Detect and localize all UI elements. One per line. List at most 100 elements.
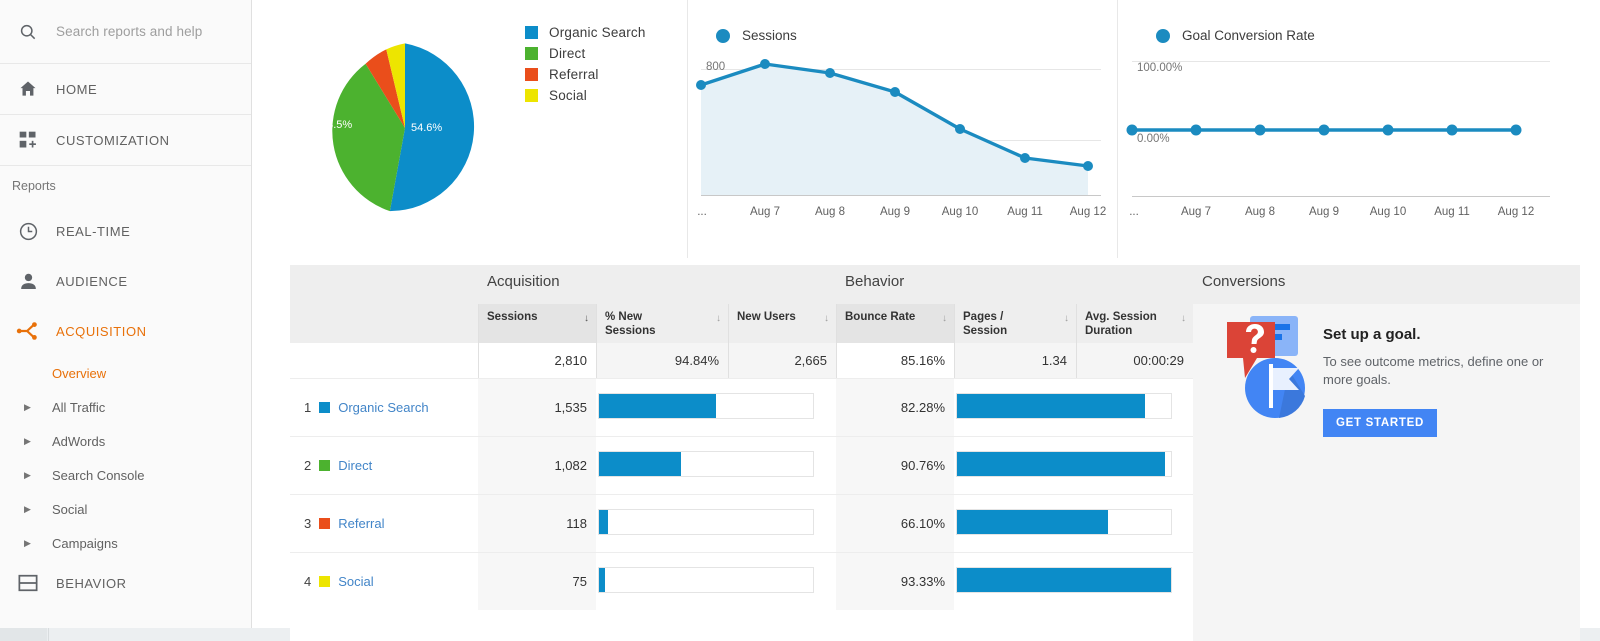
sort-arrow-down-icon[interactable]: ↓ [1181,313,1186,324]
sidebar-item-label: CUSTOMIZATION [56,132,170,148]
sidebar-item-behavior[interactable]: BEHAVIOR [0,560,251,606]
home-icon [0,79,56,99]
xtick-6: Aug 12 [1069,206,1107,218]
goal-conversion-chart-card: Goal Conversion Rate 100.00% 0.00% ... A… [1117,0,1579,258]
sidebar-subitem-adwords[interactable]: ▶ AdWords [0,424,251,458]
row-rank: 1 [304,400,312,415]
sort-arrow-down-icon[interactable]: ↓ [716,313,721,324]
bar-fill [599,568,605,592]
xtick-4: Aug 10 [1369,206,1407,218]
channel-color-chip-icon [319,518,331,529]
sidebar-item-customization[interactable]: CUSTOMIZATION [0,115,251,166]
legend-item-direct[interactable]: Direct [525,46,646,61]
row-bounce-rate: 90.76% [836,437,954,494]
table-row[interactable]: 1 Organic Search 1,535 82.28% [290,378,1193,436]
goal-setup-icon [1227,316,1305,418]
channel-link[interactable]: Organic Search [338,400,428,415]
row-channel-cell: 4 Social [290,553,478,610]
sort-arrow-down-icon[interactable]: ↓ [824,313,829,324]
sidebar-item-acquisition[interactable]: ACQUISITION [0,306,251,356]
group-header-acquisition: Acquisition [478,265,836,304]
sidebar-subitem-label: All Traffic [52,399,106,415]
bar-track [956,393,1172,419]
sidebar-subitem-social[interactable]: ▶ Social [0,492,251,526]
row-new-sessions-bar-cell [596,379,836,436]
totals-blank-cell [290,343,478,378]
totals-avg-duration: 00:00:29 [1076,343,1193,378]
sort-arrow-down-icon[interactable]: ↓ [942,313,947,324]
data-point [890,87,900,97]
sidebar-item-audience[interactable]: AUDIENCE [0,256,251,306]
column-header-new-users[interactable]: New Users ↓ [728,304,836,343]
goal-conversion-line-chart [1126,124,1522,136]
legend-item-referral[interactable]: Referral [525,67,646,82]
sidebar-subitem-label: AdWords [52,433,106,449]
xtick-6: Aug 12 [1497,206,1535,218]
column-header-new-sessions[interactable]: % New Sessions ↓ [596,304,728,343]
channel-color-chip-icon [319,402,331,413]
sidebar-item-real-time[interactable]: REAL-TIME [0,206,251,256]
column-header-sessions[interactable]: Sessions ↓ [478,304,596,343]
sidebar-item-label: REAL-TIME [56,223,131,239]
pie-label-organic-search: 54.6% [411,122,443,134]
column-header-avg-duration[interactable]: Avg. Session Duration ↓ [1076,304,1193,343]
column-header-blank [290,304,478,343]
table-row[interactable]: 4 Social 75 93.33% [290,552,1193,610]
data-point [696,80,706,90]
bar-fill [599,510,608,534]
chevron-right-icon: ▶ [24,503,31,514]
sort-arrow-down-icon[interactable]: ↓ [1064,313,1069,324]
sidebar-subitem-all-traffic[interactable]: ▶ All Traffic [0,390,251,424]
sort-arrow-down-icon[interactable]: ↓ [584,313,589,324]
sessions-chart-card: Sessions 800 400 .. [687,0,1117,258]
group-header-behavior: Behavior [836,265,1193,304]
legend-item-organic-search[interactable]: Organic Search [525,25,646,40]
person-icon [0,271,56,292]
sidebar: Search reports and help HOME CUSTOMIZATI… [0,0,252,628]
get-started-button[interactable]: GET STARTED [1323,409,1437,437]
sidebar-item-home[interactable]: HOME [0,64,251,115]
chevron-right-icon: ▶ [24,435,31,446]
summary-cards-row: 38.5% 54.6% Organic Search Direct Referr… [290,0,1580,258]
table-corner-header [290,265,478,304]
channel-link[interactable]: Referral [338,516,384,531]
row-new-sessions-bar-cell [596,437,836,494]
customization-icon [0,130,56,150]
data-point [1382,124,1394,136]
bar-fill [957,452,1165,476]
group-header-label: Behavior [845,273,905,290]
row-sessions: 1,535 [478,379,596,436]
sidebar-subitem-campaigns[interactable]: ▶ Campaigns [0,526,251,560]
totals-bounce-rate: 85.16% [836,343,954,378]
sessions-area-fill [701,64,1088,195]
table-row[interactable]: 3 Referral 118 66.10% [290,494,1193,552]
legend-label: Social [549,88,587,103]
sidebar-subitem-overview[interactable]: Overview [0,356,251,390]
behavior-icon [0,573,56,593]
sidebar-subitem-search-console[interactable]: ▶ Search Console [0,458,251,492]
channel-color-chip-icon [319,576,331,587]
row-channel-cell: 1 Organic Search [290,379,478,436]
channel-link[interactable]: Social [338,574,373,589]
row-new-sessions-bar-cell [596,495,836,552]
data-point [1510,124,1522,136]
xtick-3: Aug 9 [879,206,911,218]
search-reports-row[interactable]: Search reports and help [0,0,251,64]
legend-item-social[interactable]: Social [525,88,646,103]
search-input-placeholder[interactable]: Search reports and help [56,24,202,39]
sidebar-subitem-label: Search Console [52,467,145,483]
channel-link[interactable]: Direct [338,458,372,473]
column-header-bounce-rate[interactable]: Bounce Rate ↓ [836,304,954,343]
row-new-sessions-bar-cell [596,553,836,610]
totals-sessions: 2,810 [478,343,596,378]
data-point [825,68,835,78]
xtick-2: Aug 8 [814,206,846,218]
data-point [1126,124,1138,136]
row-rank: 3 [304,516,312,531]
bar-fill [957,568,1171,592]
column-header-pages-session[interactable]: Pages / Session ↓ [954,304,1076,343]
legend-swatch-icon [525,26,538,39]
bar-track [956,567,1172,593]
table-row[interactable]: 2 Direct 1,082 90.76% [290,436,1193,494]
sidebar-item-label: BEHAVIOR [56,575,127,591]
